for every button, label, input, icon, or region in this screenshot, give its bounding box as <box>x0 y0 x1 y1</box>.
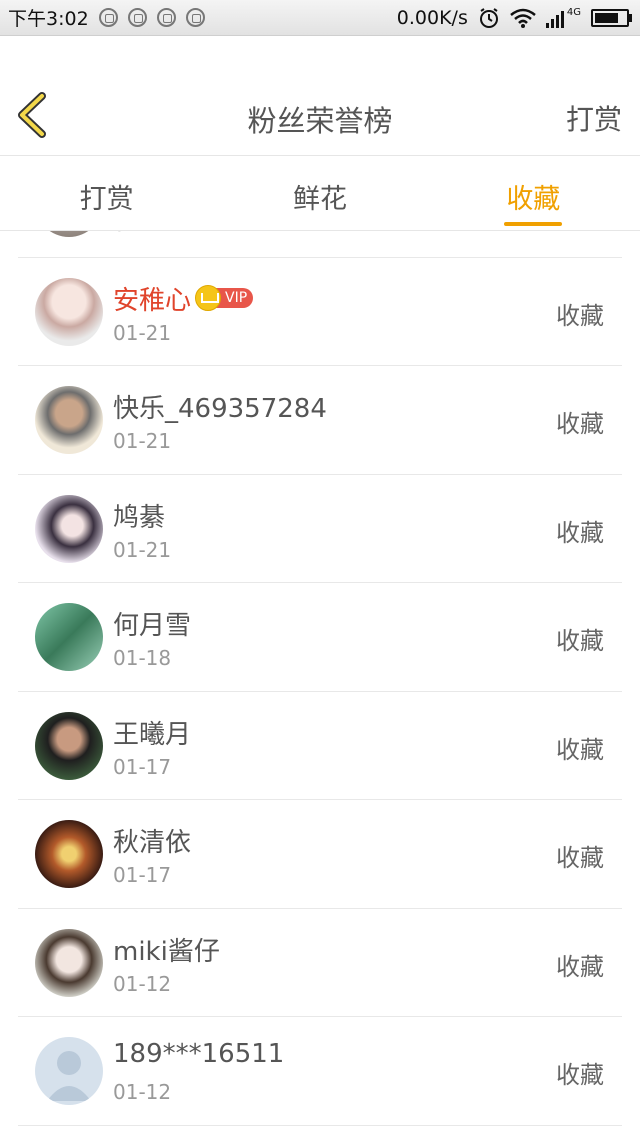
user-name: 快乐_469357284 <box>113 394 327 424</box>
user-name: 王曦月 <box>113 719 192 750</box>
user-date: 01-21 <box>113 231 171 236</box>
list-item[interactable]: 01-21 <box>18 231 622 258</box>
avatar <box>35 231 103 237</box>
list-item[interactable]: 秋清依 01-17 收藏 <box>18 800 622 909</box>
network-type: 4G <box>566 6 581 18</box>
action-label: 收藏 <box>556 301 604 330</box>
action-label: 收藏 <box>556 844 604 872</box>
user-name: 安稚心 VIP <box>113 280 254 317</box>
action-label: 收藏 <box>556 518 604 547</box>
user-name: 秋清依 <box>113 828 192 858</box>
user-date: 01-18 <box>113 646 172 670</box>
tab-favorites[interactable]: 收藏 <box>427 157 640 230</box>
avatar <box>35 1037 103 1105</box>
wifi-icon <box>510 8 536 28</box>
list-item[interactable]: 安稚心 VIP 01-21 收藏 <box>18 258 622 366</box>
network-speed: 0.00K/s <box>396 6 468 29</box>
action-label: 收藏 <box>556 952 604 981</box>
status-time: 下午3:02 <box>8 8 89 30</box>
action-label: 收藏 <box>556 1061 604 1089</box>
list-item[interactable]: 王曦月 01-17 收藏 <box>18 692 622 800</box>
action-label: 收藏 <box>556 410 604 438</box>
avatar <box>35 928 103 997</box>
avatar <box>35 277 103 346</box>
user-date: 01-12 <box>113 971 172 996</box>
list-item[interactable]: miki酱仔 01-12 收藏 <box>18 909 622 1017</box>
nav-bar: 粉丝荣誉榜 打赏 <box>0 36 640 156</box>
tab-flowers[interactable]: 鲜花 <box>213 157 426 230</box>
notification-icon <box>156 8 176 27</box>
vip-badge: VIP <box>195 285 254 311</box>
avatar <box>35 711 103 780</box>
avatar <box>35 820 103 888</box>
fan-list[interactable]: 01-21 安稚心 VIP 01-21 收藏 快乐_469357284 01-2… <box>0 231 640 1138</box>
user-name-text: 安稚心 <box>113 285 192 316</box>
notification-icon <box>127 8 147 27</box>
reward-button[interactable]: 打赏 <box>566 98 622 138</box>
user-date: 01-17 <box>113 863 172 887</box>
user-date: 01-12 <box>113 1080 172 1104</box>
default-avatar-icon <box>47 1051 91 1101</box>
battery-icon <box>591 8 632 27</box>
user-date: 01-17 <box>113 754 172 779</box>
alarm-icon <box>479 7 498 28</box>
avatar <box>35 386 103 454</box>
list-item[interactable]: 鸠綦 01-21 收藏 <box>18 475 622 583</box>
avatar <box>35 494 103 563</box>
action-label: 收藏 <box>556 735 604 764</box>
user-date: 01-21 <box>113 537 172 562</box>
action-label: 收藏 <box>556 627 604 655</box>
user-name: miki酱仔 <box>113 936 220 967</box>
notification-icon <box>185 8 205 27</box>
avatar <box>35 603 103 671</box>
list-item[interactable]: 何月雪 01-18 收藏 <box>18 583 622 692</box>
page-title: 粉丝荣誉榜 <box>247 104 393 138</box>
tab-reward[interactable]: 打赏 <box>0 157 213 230</box>
status-bar: 下午3:02 0.00K/s 4G <box>0 0 640 36</box>
list-item[interactable]: 189***16511 01-12 收藏 <box>18 1017 622 1126</box>
user-name: 鸠綦 <box>113 502 166 533</box>
tab-bar: 打赏 鲜花 收藏 <box>0 157 640 231</box>
user-date: 01-21 <box>113 320 172 345</box>
user-name: 189***16511 <box>113 1039 285 1069</box>
crown-icon <box>195 285 222 311</box>
user-date: 01-21 <box>113 429 172 453</box>
user-name: 何月雪 <box>113 611 192 641</box>
notification-icon <box>98 8 118 27</box>
list-item[interactable]: 快乐_469357284 01-21 收藏 <box>18 366 622 475</box>
signal-icon: 4G <box>545 6 581 28</box>
